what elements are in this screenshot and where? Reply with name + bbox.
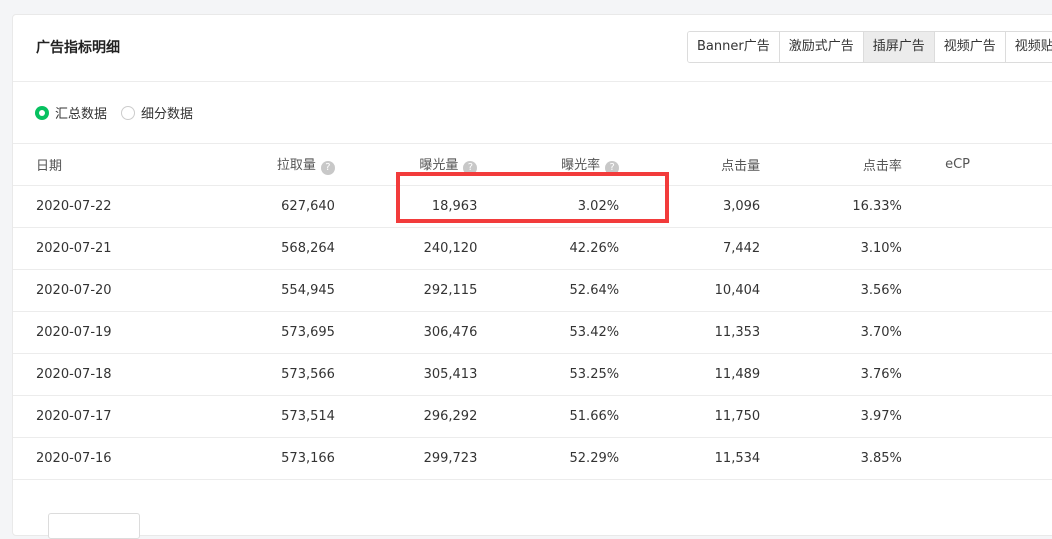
help-icon[interactable]: ? (320, 161, 335, 175)
tab-rewarded[interactable]: 激励式广告 (779, 32, 864, 62)
cell-impressions: 299,723 (334, 437, 478, 480)
tab-banner[interactable]: Banner广告 (688, 32, 780, 62)
cell-requests: 554,945 (192, 269, 335, 312)
cell-date: 2020-07-18 (13, 353, 193, 396)
cell-date: 2020-07-20 (13, 269, 193, 312)
tab-video-patch[interactable]: 视频贴 (1005, 32, 1052, 62)
cell-date: 2020-07-21 (13, 227, 193, 270)
cell-date: 2020-07-17 (13, 395, 193, 438)
cell-requests: 573,166 (192, 437, 335, 480)
help-icon[interactable]: ? (605, 161, 620, 175)
table-row: 2020-07-19 573,695 306,476 53.42% 11,353 3.70… (13, 311, 1052, 354)
panel-header: 广告指标明细 Banner广告 激励式广告 插屏广告 视频广告 视频贴 (13, 15, 1052, 82)
ad-metrics-panel: 广告指标明细 Banner广告 激励式广告 插屏广告 视频广告 视频贴 汇总数据… (12, 14, 1052, 539)
help-icon[interactable]: ? (463, 161, 478, 175)
cell-impressions: 305,413 (334, 353, 478, 396)
table-row: 2020-07-18 573,566 305,413 53.25% 11,489 3.76… (13, 353, 1052, 396)
cell-ctr: 3.85% (760, 437, 902, 480)
col-ctr[interactable]: 点击率 (760, 143, 902, 186)
data-mode-radio-group: 汇总数据 细分数据 (35, 103, 193, 122)
cell-clicks: 11,489 (619, 353, 761, 396)
cell-clicks: 11,534 (619, 437, 761, 480)
cell-ctr: 3.76% (760, 353, 902, 396)
metrics-table: 日期 拉取量? 曝光量? 曝光率? 点击量 点击率 eCP 2020-07-22… (13, 143, 1052, 480)
cell-ecpm (901, 185, 1052, 228)
cell-ctr: 3.97% (760, 395, 902, 438)
cell-impression-rate: 53.25% (477, 353, 620, 396)
cell-clicks: 11,353 (619, 311, 761, 354)
cell-impressions: 296,292 (334, 395, 478, 438)
ad-type-tabs: Banner广告 激励式广告 插屏广告 视频广告 视频贴 (687, 31, 1052, 63)
cell-requests: 573,566 (192, 353, 335, 396)
col-date[interactable]: 日期 (13, 143, 193, 186)
table-row: 2020-07-20 554,945 292,115 52.64% 10,404 3.56… (13, 269, 1052, 312)
cell-ecpm (901, 353, 1052, 396)
table-header-row: 日期 拉取量? 曝光量? 曝光率? 点击量 点击率 eCP (13, 143, 1052, 186)
tab-interstitial[interactable]: 插屏广告 (863, 32, 935, 62)
pagination-button[interactable] (48, 513, 140, 539)
cell-clicks: 11,750 (619, 395, 761, 438)
table-row: 2020-07-21 568,264 240,120 42.26% 7,442 3.10% (13, 227, 1052, 270)
cell-ctr: 3.56% (760, 269, 902, 312)
cell-ecpm (901, 227, 1052, 270)
cell-date: 2020-07-16 (13, 437, 193, 480)
col-impressions[interactable]: 曝光量? (334, 143, 478, 186)
cell-ctr: 16.33% (760, 185, 902, 228)
cell-impressions: 292,115 (334, 269, 478, 312)
cell-clicks: 3,096 (619, 185, 761, 228)
table-row: 2020-07-16 573,166 299,723 52.29% 11,534 3.85… (13, 437, 1052, 480)
cell-impression-rate: 52.64% (477, 269, 620, 312)
cell-impression-rate: 51.66% (477, 395, 620, 438)
radio-checked-icon (35, 105, 49, 120)
cell-impressions: 306,476 (334, 311, 478, 354)
cell-ecpm (901, 437, 1052, 480)
cell-ecpm (901, 311, 1052, 354)
cell-requests: 573,514 (192, 395, 335, 438)
cell-date: 2020-07-19 (13, 311, 193, 354)
table-row: 2020-07-22 627,640 18,963 3.02% 3,096 16.33% (13, 185, 1052, 228)
col-clicks[interactable]: 点击量 (619, 143, 761, 186)
cell-impressions: 240,120 (334, 227, 478, 270)
radio-summary[interactable]: 汇总数据 (35, 103, 107, 122)
radio-summary-label: 汇总数据 (55, 107, 108, 122)
cell-date: 2020-07-22 (13, 185, 193, 228)
cell-ctr: 3.10% (760, 227, 902, 270)
cell-ecpm (901, 395, 1052, 438)
cell-ecpm (901, 269, 1052, 312)
cell-impression-rate: 42.26% (477, 227, 620, 270)
cell-impression-rate: 53.42% (477, 311, 620, 354)
radio-detail[interactable]: 细分数据 (121, 103, 193, 122)
col-ecpm[interactable]: eCP (901, 143, 1052, 186)
cell-requests: 627,640 (192, 185, 335, 228)
col-impression-rate[interactable]: 曝光率? (477, 143, 620, 186)
radio-detail-label: 细分数据 (141, 107, 194, 122)
radio-unchecked-icon (121, 105, 136, 120)
col-requests[interactable]: 拉取量? (192, 143, 335, 186)
cell-requests: 568,264 (192, 227, 335, 270)
cell-ctr: 3.70% (760, 311, 902, 354)
cell-impression-rate: 52.29% (477, 437, 620, 480)
tab-video[interactable]: 视频广告 (934, 32, 1006, 62)
table-row: 2020-07-17 573,514 296,292 51.66% 11,750 3.97… (13, 395, 1052, 438)
cell-clicks: 10,404 (619, 269, 761, 312)
cell-impressions: 18,963 (334, 185, 478, 228)
cell-impression-rate: 3.02% (477, 185, 620, 228)
cell-requests: 573,695 (192, 311, 335, 354)
cell-clicks: 7,442 (619, 227, 761, 270)
panel-title: 广告指标明细 (36, 40, 120, 56)
